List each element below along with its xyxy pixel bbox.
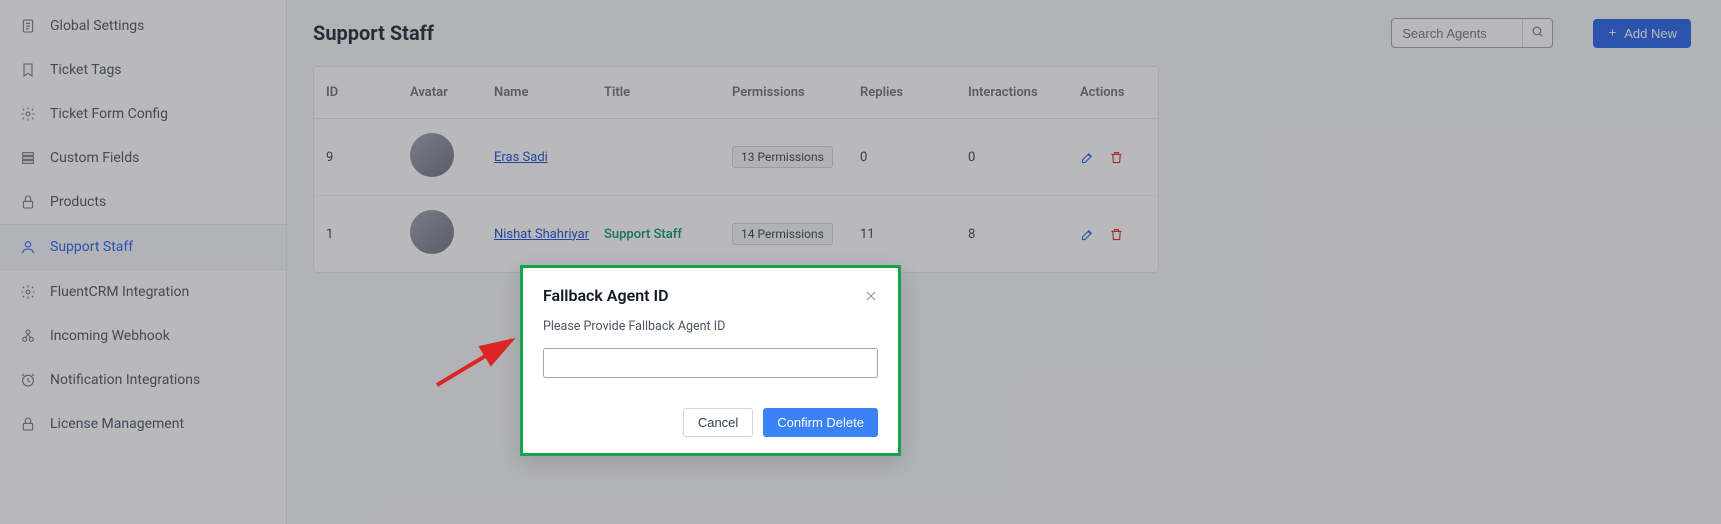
modal-title: Fallback Agent ID [543, 286, 669, 305]
close-icon[interactable] [864, 289, 878, 303]
fallback-agent-modal: Fallback Agent ID Please Provide Fallbac… [520, 265, 901, 456]
modal-label: Please Provide Fallback Agent ID [543, 319, 878, 334]
confirm-delete-button[interactable]: Confirm Delete [763, 408, 878, 437]
fallback-agent-id-input[interactable] [543, 348, 878, 378]
cancel-button[interactable]: Cancel [683, 408, 753, 437]
